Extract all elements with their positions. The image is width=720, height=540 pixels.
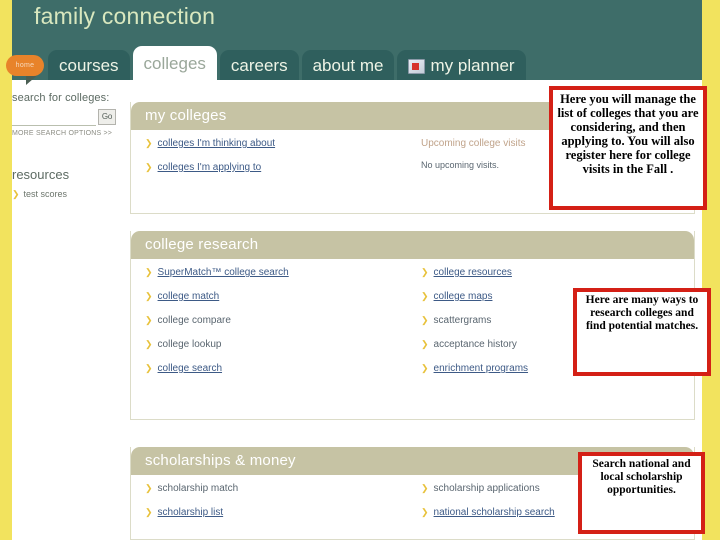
panel-right-column: ❯ scholarship applications ❯ national schol…	[421, 483, 555, 531]
panel-link-acceptance-history[interactable]: ❯ acceptance history	[421, 339, 528, 350]
tab-label: courses	[59, 56, 119, 75]
annotation-text: Search national and local scholarship op…	[592, 458, 691, 496]
sidebar-link-label: test scores	[23, 189, 68, 199]
chevron-right-icon: ❯	[145, 363, 153, 373]
tab-my-planner[interactable]: my planner	[397, 50, 526, 80]
tab-colleges[interactable]: colleges	[132, 46, 217, 80]
upcoming-visits-text: No upcoming visits.	[421, 160, 500, 170]
sidebar-links: ❯ test scores	[12, 189, 122, 199]
panel-link-label: scholarship list	[157, 507, 224, 518]
tab-careers[interactable]: careers	[219, 50, 299, 80]
tab-label: my planner	[430, 56, 515, 75]
chevron-right-icon: ❯	[145, 339, 153, 349]
chevron-right-icon: ❯	[421, 339, 429, 349]
panel-left-column: ❯ scholarship match ❯ scholarship list	[145, 483, 238, 531]
panel-link-label: national scholarship search	[433, 507, 555, 518]
chevron-right-icon: ❯	[145, 507, 153, 517]
panel-link-college-compare[interactable]: ❯ college compare	[145, 315, 289, 326]
chevron-right-icon: ❯	[421, 291, 429, 301]
tab-courses[interactable]: courses	[48, 50, 130, 80]
panel-link-colleges-i-m-applying-to[interactable]: ❯ colleges I'm applying to	[145, 162, 275, 173]
home-button[interactable]: home	[6, 55, 44, 76]
panel-link-scattergrams[interactable]: ❯ scattergrams	[421, 315, 528, 326]
home-button-label: home	[15, 62, 35, 69]
panel-link-label: colleges I'm applying to	[157, 162, 262, 173]
sidebar: search for colleges: Go MORE SEARCH OPTI…	[12, 92, 122, 199]
panel-left-column: ❯ SuperMatch™ college search ❯ college matc…	[145, 267, 289, 387]
page-root: family connection home courses colleges ca…	[0, 0, 720, 540]
tab-label: about me	[312, 56, 384, 75]
sidebar-link-test-scores[interactable]: ❯ test scores	[12, 189, 122, 199]
upcoming-visits-title: Upcoming college visits	[421, 138, 526, 149]
main-tab-bar: courses colleges careers about me my planner	[48, 46, 529, 80]
chevron-right-icon: ❯	[421, 315, 429, 325]
panel-link-colleges-i-m-thinking-about[interactable]: ❯ colleges I'm thinking about	[145, 138, 275, 149]
tab-about-me[interactable]: about me	[301, 50, 395, 80]
left-yellow-band	[0, 0, 12, 540]
panel-link-label: acceptance history	[433, 339, 517, 350]
panel-body: ❯ SuperMatch™ college search ❯ college matc…	[131, 259, 694, 374]
chevron-right-icon: ❯	[145, 267, 153, 277]
panel-link-enrichment-programs[interactable]: ❯ enrichment programs	[421, 363, 528, 374]
chevron-right-icon: ❯	[421, 267, 429, 277]
panel-link-label: enrichment programs	[433, 363, 529, 374]
annotation-callout-3: Search national and local scholarship op…	[578, 452, 705, 534]
chevron-right-icon: ❯	[421, 483, 429, 493]
tab-label: careers	[230, 56, 288, 75]
panel-left-column: ❯ colleges I'm thinking about ❯ colleges I'…	[145, 138, 275, 186]
planner-icon	[408, 59, 426, 74]
panel-link-college-lookup[interactable]: ❯ college lookup	[145, 339, 289, 350]
panel-link-label: scattergrams	[433, 315, 492, 326]
panel-link-label: colleges I'm thinking about	[157, 138, 276, 149]
resources-heading: resources	[12, 167, 70, 182]
search-label: search for colleges:	[12, 92, 110, 104]
chevron-right-icon: ❯	[145, 291, 153, 301]
panel-link-supermatch-college-search[interactable]: ❯ SuperMatch™ college search	[145, 267, 289, 278]
annotation-text: Here are many ways to research colleges …	[585, 294, 699, 332]
annotation-text: Here you will manage the list of college…	[557, 92, 699, 176]
panel-link-label: college search	[157, 363, 223, 374]
panel-link-label: scholarship match	[157, 483, 239, 494]
annotation-callout-2: Here are many ways to research colleges …	[573, 288, 711, 376]
chevron-right-icon: ❯	[421, 363, 429, 373]
panel-link-label: college lookup	[157, 339, 222, 350]
panel-link-scholarship-list[interactable]: ❯ scholarship list	[145, 507, 238, 518]
more-search-options-link[interactable]: MORE SEARCH OPTIONS >>	[12, 130, 122, 137]
annotation-callout-1: Here you will manage the list of college…	[549, 86, 707, 210]
panel-link-label: college maps	[433, 291, 493, 302]
search-row: Go	[12, 109, 116, 126]
panel-link-college-search[interactable]: ❯ college search	[145, 363, 289, 374]
panel-title: college research	[131, 231, 694, 259]
panel-link-national-scholarship-search[interactable]: ❯ national scholarship search	[421, 507, 555, 518]
panel-link-label: scholarship applications	[433, 483, 540, 494]
brand-title: family connection	[34, 3, 216, 29]
panel-link-label: college resources	[433, 267, 512, 278]
panel-link-scholarship-applications[interactable]: ❯ scholarship applications	[421, 483, 555, 494]
panel-link-college-resources[interactable]: ❯ college resources	[421, 267, 528, 278]
chevron-right-icon: ❯	[145, 483, 153, 493]
chevron-right-icon: ❯	[12, 188, 20, 199]
tab-label: colleges	[143, 54, 206, 73]
panel-link-college-maps[interactable]: ❯ college maps	[421, 291, 528, 302]
search-input[interactable]	[12, 109, 96, 126]
panel-link-label: SuperMatch™ college search	[157, 267, 289, 278]
chevron-right-icon: ❯	[145, 138, 153, 148]
panel-link-label: college compare	[157, 315, 231, 326]
search-go-button[interactable]: Go	[98, 109, 116, 125]
panel-link-scholarship-match[interactable]: ❯ scholarship match	[145, 483, 238, 494]
chevron-right-icon: ❯	[145, 162, 153, 172]
chevron-right-icon: ❯	[421, 507, 429, 517]
panel-link-college-match[interactable]: ❯ college match	[145, 291, 289, 302]
panel-right-column: ❯ college resources ❯ college maps ❯ scatterg…	[421, 267, 528, 387]
panel-link-label: college match	[157, 291, 220, 302]
chevron-right-icon: ❯	[145, 315, 153, 325]
